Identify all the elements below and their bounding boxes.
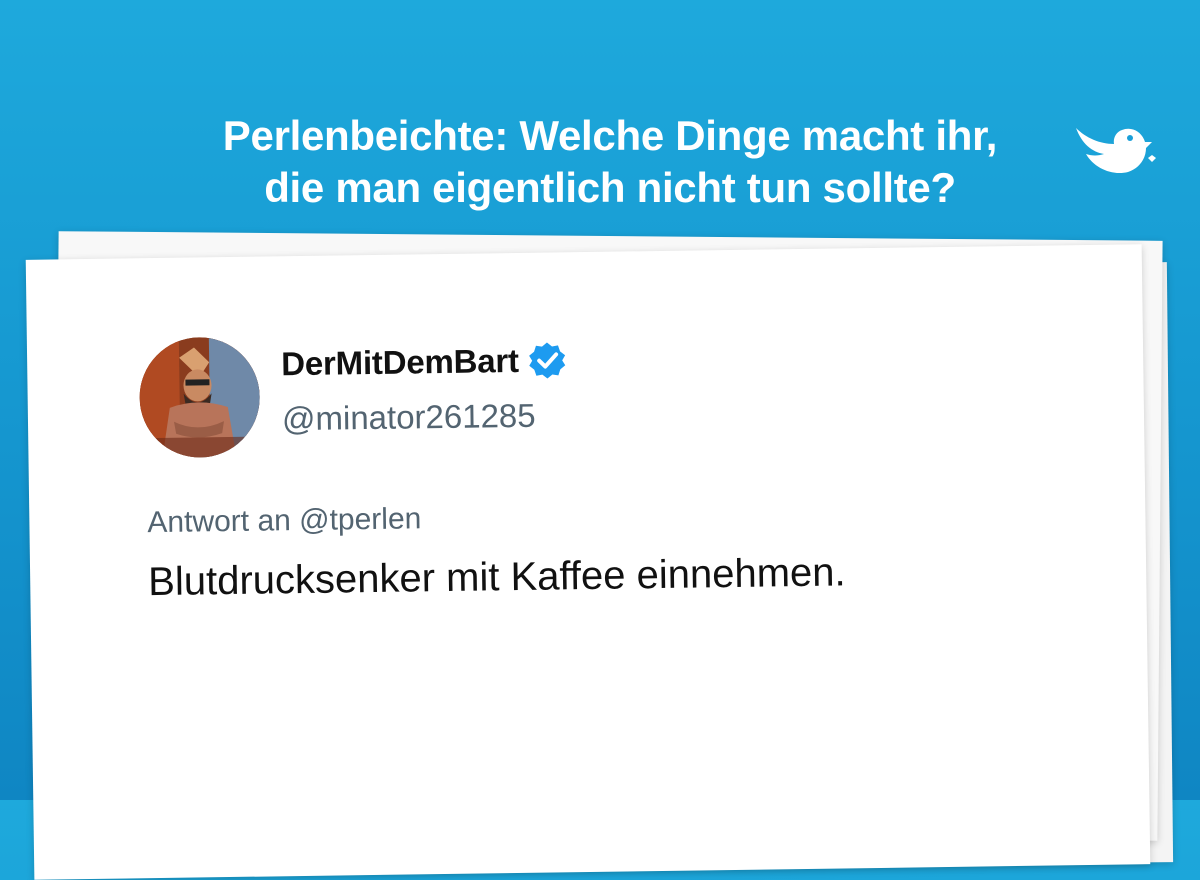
headline-line-1: Perlenbeichte: Welche Dinge macht ihr, [222, 112, 998, 159]
user-handle[interactable]: @minator261285 [282, 397, 536, 439]
tweet-text: Blutdrucksenker mit Kaffee einnehmen. [147, 550, 846, 605]
display-name[interactable]: DerMitDemBart [281, 342, 519, 383]
name-row: DerMitDemBart [281, 340, 567, 384]
headline: Perlenbeichte: Welche Dinge macht ihr, d… [120, 110, 1100, 214]
bird-icon [1068, 118, 1160, 182]
reply-to-label[interactable]: Antwort an @tperlen [147, 502, 421, 540]
tweet: DerMitDemBart @minator261285 Antwort an … [138, 325, 1059, 604]
headline-line-2: die man eigentlich nicht tun sollte? [264, 164, 956, 211]
verified-badge-icon [527, 340, 568, 381]
tweet-card: DerMitDemBart @minator261285 Antwort an … [25, 244, 1151, 880]
avatar[interactable] [138, 336, 261, 459]
